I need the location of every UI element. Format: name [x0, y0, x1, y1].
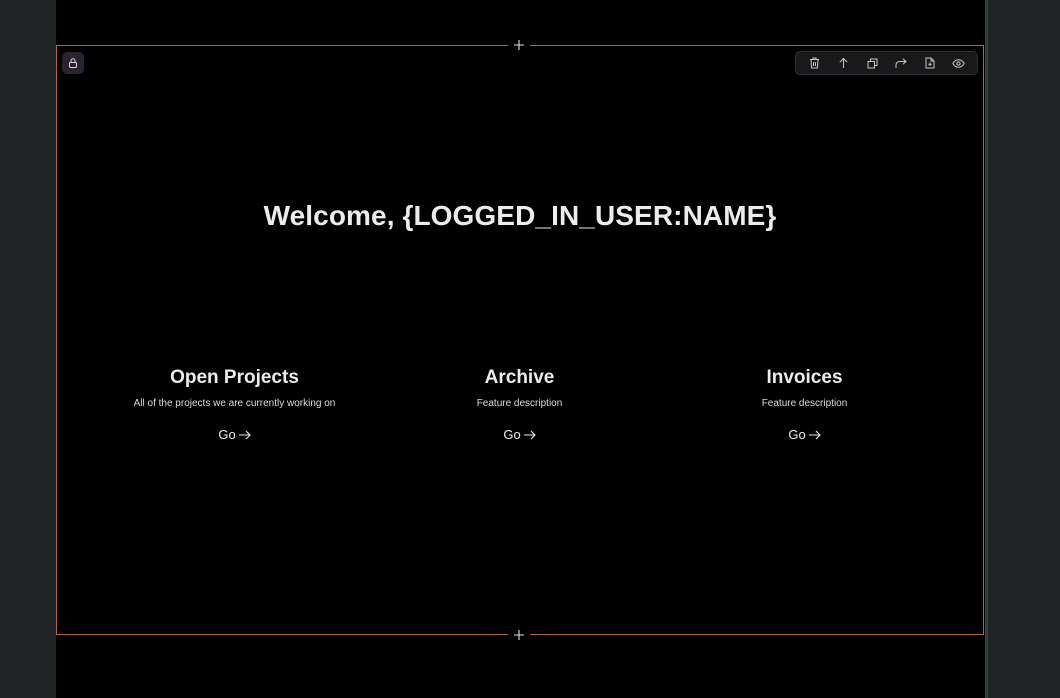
preview-button[interactable] — [948, 53, 970, 73]
feature-card-archive: Archive Feature description Go — [377, 366, 662, 444]
feature-title: Invoices — [766, 367, 843, 388]
welcome-heading: Welcome, {LOGGED_IN_USER:NAME} — [263, 200, 777, 231]
feature-card-invoices: Invoices Feature description Go — [662, 366, 947, 444]
feature-go-link[interactable]: Go — [503, 427, 536, 442]
forward-button[interactable] — [890, 53, 912, 73]
feature-go-link[interactable]: Go — [788, 427, 821, 442]
go-link-label: Go — [218, 427, 236, 442]
add-section-below-button[interactable] — [508, 628, 530, 642]
arrow-up-icon — [839, 57, 848, 68]
eye-icon — [952, 58, 965, 68]
lock-button[interactable] — [62, 52, 84, 74]
feature-description: Feature description — [761, 398, 848, 409]
feature-description: Feature description — [476, 398, 563, 409]
feature-card-open-projects: Open Projects All of the projects we are… — [92, 366, 377, 444]
section-toolbar — [795, 51, 978, 75]
feature-title: Open Projects — [170, 367, 299, 388]
arrow-right-icon — [238, 430, 251, 439]
plus-icon — [514, 630, 524, 640]
arrow-right-icon — [523, 430, 536, 439]
plus-icon — [514, 40, 524, 50]
canvas-edge-divider — [985, 0, 988, 698]
file-icon — [925, 57, 935, 69]
trash-icon — [809, 57, 819, 69]
duplicate-button[interactable] — [861, 53, 883, 73]
selected-section[interactable]: Welcome, {LOGGED_IN_USER:NAME} Open Proj… — [56, 45, 984, 635]
lock-icon — [69, 58, 77, 68]
move-up-button[interactable] — [832, 53, 854, 73]
delete-button[interactable] — [803, 53, 825, 73]
feature-title: Archive — [484, 367, 555, 388]
feature-go-link[interactable]: Go — [218, 427, 251, 442]
go-link-label: Go — [503, 427, 521, 442]
save-template-button[interactable] — [919, 53, 941, 73]
add-section-above-button[interactable] — [508, 38, 530, 52]
arrow-right-icon — [808, 430, 821, 439]
feature-description: All of the projects we are currently wor… — [133, 398, 336, 409]
forward-icon — [895, 57, 907, 68]
duplicate-icon — [867, 58, 878, 68]
go-link-label: Go — [788, 427, 806, 442]
